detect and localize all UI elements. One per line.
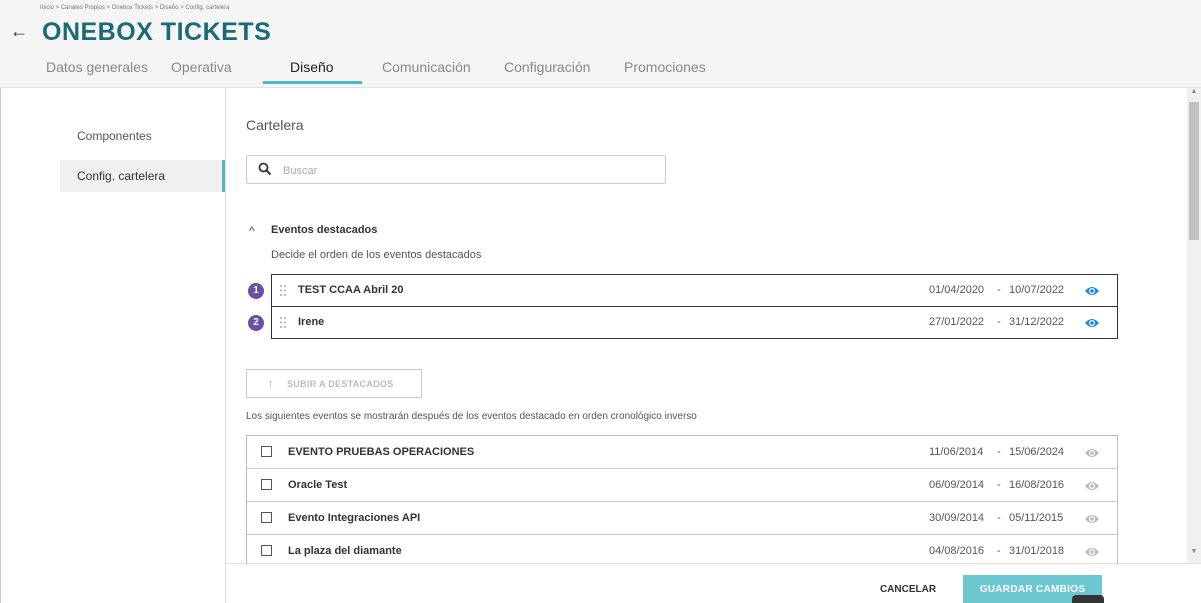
event-start-date: 04/08/2016 <box>929 545 985 557</box>
eye-icon[interactable] <box>1084 447 1100 459</box>
table-row[interactable]: EVENTO PRUEBAS OPERACIONES 11/06/2014 - … <box>247 436 1117 469</box>
chevron-up-icon[interactable]: ^ <box>249 224 255 238</box>
event-name: EVENTO PRUEBAS OPERACIONES <box>288 446 475 458</box>
event-start-date: 01/04/2020 <box>929 284 985 296</box>
scroll-up-arrow-icon[interactable]: ▲ <box>1189 88 1199 100</box>
arrow-up-icon: ↑ <box>267 375 275 391</box>
sidebar-divider <box>225 88 226 603</box>
arrow-left-icon[interactable]: ← <box>10 20 28 42</box>
tab-datos-generales[interactable]: Datos generales <box>46 59 148 75</box>
page-title: ONEBOX TICKETS <box>42 18 272 46</box>
event-end-date: 15/06/2024 <box>1009 446 1065 458</box>
event-end-date: 31/12/2022 <box>1009 316 1065 328</box>
row-checkbox[interactable] <box>261 479 272 490</box>
featured-row[interactable]: Irene 27/01/2022 - 31/12/2022 <box>271 306 1118 339</box>
featured-row[interactable]: TEST CCAA Abril 20 01/04/2020 - 10/07/20… <box>271 274 1118 307</box>
upload-to-featured-button[interactable]: ↑ SUBIR A DESTACADOS <box>246 369 422 398</box>
date-separator: - <box>997 545 1001 557</box>
active-tab-indicator <box>263 81 362 84</box>
section-title: Cartelera <box>246 117 304 133</box>
tab-promociones[interactable]: Promociones <box>624 59 706 75</box>
event-start-date: 30/09/2014 <box>929 512 985 524</box>
event-end-date: 05/11/2015 <box>1009 512 1064 524</box>
date-separator: - <box>997 284 1001 296</box>
date-separator: - <box>997 316 1001 328</box>
footer-divider <box>226 563 1201 564</box>
date-separator: - <box>997 479 1001 491</box>
table-row[interactable]: La plaza del diamante 04/08/2016 - 31/01… <box>247 535 1117 565</box>
row-checkbox[interactable] <box>261 446 272 457</box>
scroll-down-arrow-icon[interactable]: ▼ <box>1189 548 1199 560</box>
sidebar-item-config-cartelera[interactable]: Config. cartelera <box>60 160 225 192</box>
date-separator: - <box>997 446 1001 458</box>
featured-description: Decide el orden de los eventos destacado… <box>271 249 482 261</box>
search-icon <box>258 162 272 176</box>
scrollbar-thumb[interactable] <box>1189 102 1199 240</box>
event-end-date: 16/08/2016 <box>1009 479 1065 491</box>
left-border <box>0 88 1 603</box>
eye-icon[interactable] <box>1084 285 1100 297</box>
event-name: La plaza del diamante <box>288 545 402 557</box>
eye-icon[interactable] <box>1084 480 1100 492</box>
cancel-button[interactable]: CANCELAR <box>868 577 948 601</box>
tab-comunicacion[interactable]: Comunicación <box>382 59 471 75</box>
tab-diseno[interactable]: Diseño <box>290 59 334 75</box>
event-start-date: 11/06/2014 <box>929 446 984 458</box>
date-separator: - <box>997 512 1001 524</box>
row-checkbox[interactable] <box>261 545 272 556</box>
page-header: Inicio > Canales Propios > Onebox Ticket… <box>0 0 1201 88</box>
breadcrumb[interactable]: Inicio > Canales Propios > Onebox Ticket… <box>40 5 229 11</box>
info-text: Los siguientes eventos se mostrarán desp… <box>246 411 697 422</box>
table-row[interactable]: Evento Integraciones API 30/09/2014 - 05… <box>247 502 1117 535</box>
eye-icon[interactable] <box>1084 317 1100 329</box>
drag-handle-icon[interactable] <box>279 316 287 329</box>
search-box[interactable] <box>246 155 666 184</box>
order-badge: 1 <box>248 283 264 299</box>
sidebar-item-componentes[interactable]: Componentes <box>60 120 223 152</box>
event-end-date: 31/01/2018 <box>1009 545 1065 557</box>
event-end-date: 10/07/2022 <box>1009 284 1065 296</box>
tab-configuracion[interactable]: Configuración <box>504 59 590 75</box>
upload-button-label: SUBIR A DESTACADOS <box>287 379 394 389</box>
events-table: EVENTO PRUEBAS OPERACIONES 11/06/2014 - … <box>246 435 1118 565</box>
tab-operativa[interactable]: Operativa <box>171 59 232 75</box>
eye-icon[interactable] <box>1084 546 1100 558</box>
event-name: Evento Integraciones API <box>288 512 421 524</box>
search-input[interactable] <box>281 160 655 182</box>
event-name: TEST CCAA Abril 20 <box>298 284 404 296</box>
event-start-date: 06/09/2014 <box>929 479 985 491</box>
table-row[interactable]: Oracle Test 06/09/2014 - 16/08/2016 <box>247 469 1117 502</box>
row-checkbox[interactable] <box>261 512 272 523</box>
eye-icon[interactable] <box>1084 513 1100 525</box>
event-start-date: 27/01/2022 <box>929 316 985 328</box>
featured-title[interactable]: Eventos destacados <box>271 224 377 236</box>
drag-handle-icon[interactable] <box>279 284 287 297</box>
order-badge: 2 <box>248 315 264 331</box>
event-name: Oracle Test <box>288 479 348 491</box>
floating-tab[interactable] <box>1072 595 1104 603</box>
event-name: Irene <box>298 316 325 328</box>
